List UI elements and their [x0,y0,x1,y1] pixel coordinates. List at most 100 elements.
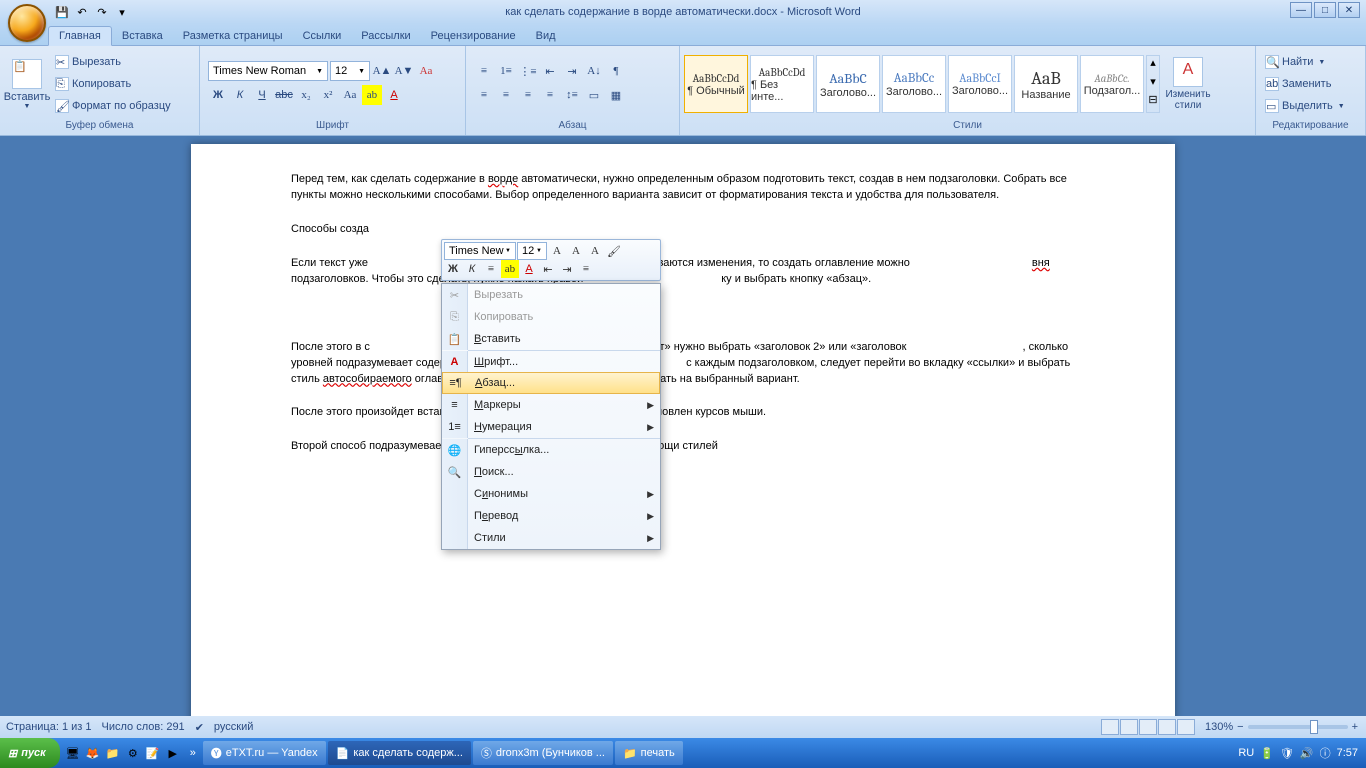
mini-grow-icon[interactable]: A [548,242,566,260]
ql-icon[interactable]: 🦊 [84,742,102,764]
font-color-icon[interactable]: A [384,85,404,105]
view-outline-icon[interactable] [1158,719,1176,735]
paste-button[interactable]: 📋 Вставить ▼ [4,50,50,118]
tab-view[interactable]: Вид [526,27,566,45]
ql-icon[interactable]: 📝 [144,742,162,764]
subscript-icon[interactable]: x₂ [296,85,316,105]
ctx-hyperlink[interactable]: 🌐Гиперссылка... [442,439,660,461]
justify-icon[interactable]: ≡ [540,85,560,105]
ctx-translate[interactable]: Перевод▶ [442,505,660,527]
format-painter-button[interactable]: 🖌Формат по образцу [52,96,174,116]
change-case-icon[interactable]: Aa [340,85,360,105]
tray-lang[interactable]: RU [1238,747,1254,759]
font-size-combo[interactable]: 12▼ [330,61,370,81]
zoom-slider[interactable] [1248,725,1348,729]
strike-icon[interactable]: abc [274,85,294,105]
status-page[interactable]: Страница: 1 из 1 [6,721,92,733]
decrease-indent-icon[interactable]: ⇤ [540,61,560,81]
ql-icon[interactable]: 🖥 [64,742,82,764]
status-proofing-icon[interactable]: ✔ [195,721,204,734]
view-print-icon[interactable] [1101,719,1119,735]
borders-icon[interactable]: ▦ [606,85,626,105]
copy-button[interactable]: ⎘Копировать [52,74,174,94]
multilevel-icon[interactable]: ⋮≡ [518,61,538,81]
tab-review[interactable]: Рецензирование [421,27,526,45]
style-title[interactable]: AaBНазвание [1014,55,1078,113]
ctx-cut[interactable]: ✂Вырезать [442,284,660,306]
tray-icon[interactable]: 🛡 [1280,747,1294,760]
underline-icon[interactable]: Ч [252,85,272,105]
style-normal[interactable]: AaBbCcDd¶ Обычный [684,55,748,113]
save-icon[interactable]: 💾 [54,4,70,20]
style-subtitle[interactable]: AaBbCc.Подзагол... [1080,55,1144,113]
office-button[interactable] [8,4,46,42]
ctx-bullets[interactable]: ≡Маркеры▶ [442,394,660,416]
zoom-value[interactable]: 130% [1205,721,1233,733]
para-4[interactable]: После этого в с«основной текст» нужно вы… [291,340,1075,388]
view-web-icon[interactable] [1139,719,1157,735]
font-name-combo[interactable]: Times New Roman▼ [208,61,328,81]
zoom-in-icon[interactable]: + [1352,721,1358,733]
align-center-icon[interactable]: ≡ [496,85,516,105]
mini-size-combo[interactable]: 12▼ [517,242,547,260]
style-no-spacing[interactable]: AaBbCcDd¶ Без инте... [750,55,814,113]
cut-button[interactable]: ✂Вырезать [52,52,174,72]
mini-indent-inc-icon[interactable]: ⇥ [558,260,576,278]
mini-painter-icon[interactable]: 🖌 [605,242,623,260]
clear-formatting-icon[interactable]: Aa [416,61,436,81]
mini-center-icon[interactable]: ≡ [482,260,500,278]
minimize-button[interactable]: — [1290,2,1312,18]
replace-button[interactable]: abЗаменить [1262,74,1348,94]
mini-bold-icon[interactable]: Ж [444,260,462,278]
align-right-icon[interactable]: ≡ [518,85,538,105]
para-3[interactable]: Если текст ужене подразумеваются изменен… [291,256,1075,288]
ql-icon[interactable]: ▶ [164,742,182,764]
shrink-font-icon[interactable]: A▼ [394,61,414,81]
tab-insert[interactable]: Вставка [112,27,173,45]
ql-icon[interactable]: 📁 [104,742,122,764]
mini-bullets-icon[interactable]: ≡ [577,260,595,278]
ctx-paragraph[interactable]: ≡¶Абзац... [442,372,660,394]
ctx-paste[interactable]: 📋Вставить [442,328,660,350]
tab-home[interactable]: Главная [48,26,112,46]
align-left-icon[interactable]: ≡ [474,85,494,105]
highlight-icon[interactable]: ab [362,85,382,105]
shading-icon[interactable]: ▭ [584,85,604,105]
ctx-synonyms[interactable]: Синонимы▶ [442,483,660,505]
para-5[interactable]: После этого произойдет вставка содержани… [291,405,1075,421]
redo-icon[interactable]: ↷ [94,4,110,20]
qat-dropdown-icon[interactable]: ▾ [114,4,130,20]
italic-icon[interactable]: К [230,85,250,105]
mini-styles-icon[interactable]: A [586,242,604,260]
sort-icon[interactable]: A↓ [584,61,604,81]
tray-icon[interactable]: ⓘ [1320,745,1331,761]
maximize-button[interactable]: □ [1314,2,1336,18]
ctx-lookup[interactable]: 🔍Поиск... [442,461,660,483]
ctx-styles[interactable]: Стили▶ [442,527,660,549]
para-1[interactable]: Перед тем, как сделать содержание в ворд… [291,172,1075,204]
grow-font-icon[interactable]: A▲ [372,61,392,81]
ctx-copy[interactable]: ⎘Копировать [442,306,660,328]
task-browser[interactable]: 🅨eTXT.ru — Yandex [203,741,326,765]
document-page[interactable]: Перед тем, как сделать содержание в ворд… [191,144,1175,716]
status-language[interactable]: русский [214,721,253,733]
line-spacing-icon[interactable]: ↕≡ [562,85,582,105]
view-draft-icon[interactable] [1177,719,1195,735]
increase-indent-icon[interactable]: ⇥ [562,61,582,81]
ctx-font[interactable]: AШрифт... [442,351,660,373]
view-fullscreen-icon[interactable] [1120,719,1138,735]
tab-layout[interactable]: Разметка страницы [173,27,293,45]
tray-time[interactable]: 7:57 [1337,747,1358,759]
document-text[interactable]: Перед тем, как сделать содержание в ворд… [291,172,1075,455]
show-marks-icon[interactable]: ¶ [606,61,626,81]
para-2[interactable]: Способы созда [291,222,1075,238]
ql-icon[interactable]: ⚙ [124,742,142,764]
style-heading3[interactable]: AaBbCcIЗаголово... [948,55,1012,113]
tray-icon[interactable]: 🔊 [1300,747,1314,760]
find-button[interactable]: 🔍Найти▼ [1262,52,1348,72]
undo-icon[interactable]: ↶ [74,4,90,20]
style-heading2[interactable]: AaBbCcЗаголово... [882,55,946,113]
task-folder[interactable]: 📁печать [615,741,683,765]
mini-color-icon[interactable]: A [520,260,538,278]
styles-scroll[interactable]: ▴▾⊟ [1146,55,1160,113]
